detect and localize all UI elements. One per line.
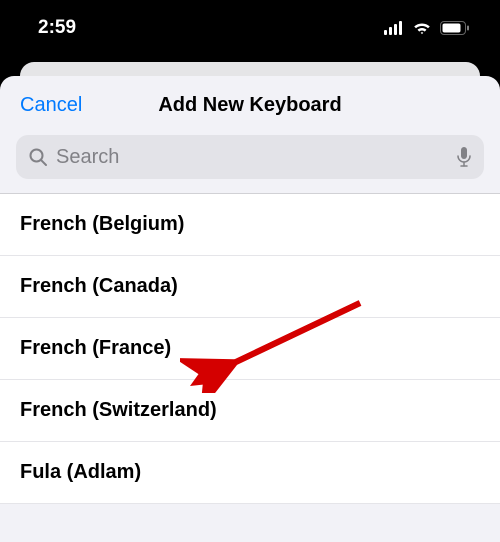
cancel-button[interactable]: Cancel <box>20 94 82 117</box>
sheet-header: Cancel Add New Keyboard <box>0 76 500 135</box>
wifi-icon <box>412 21 432 35</box>
sheet-title: Add New Keyboard <box>158 94 341 117</box>
status-icons <box>384 21 470 35</box>
list-item[interactable]: French (Belgium) <box>0 194 500 256</box>
list-item[interactable]: Fula (Adlam) <box>0 442 500 504</box>
keyboard-list: French (Belgium) French (Canada) French … <box>0 193 500 504</box>
microphone-icon[interactable] <box>456 146 472 168</box>
list-item[interactable]: French (France) <box>0 318 500 380</box>
search-icon <box>28 147 48 167</box>
battery-icon <box>440 21 470 35</box>
search-field[interactable] <box>16 135 484 179</box>
cellular-signal-icon <box>384 21 404 35</box>
list-item[interactable]: French (Canada) <box>0 256 500 318</box>
search-input[interactable] <box>56 146 448 169</box>
modal-sheet: Cancel Add New Keyboard French (Belgium)… <box>0 76 500 542</box>
status-time: 2:59 <box>38 17 76 39</box>
list-item[interactable]: French (Switzerland) <box>0 380 500 442</box>
status-bar: 2:59 <box>0 0 500 56</box>
